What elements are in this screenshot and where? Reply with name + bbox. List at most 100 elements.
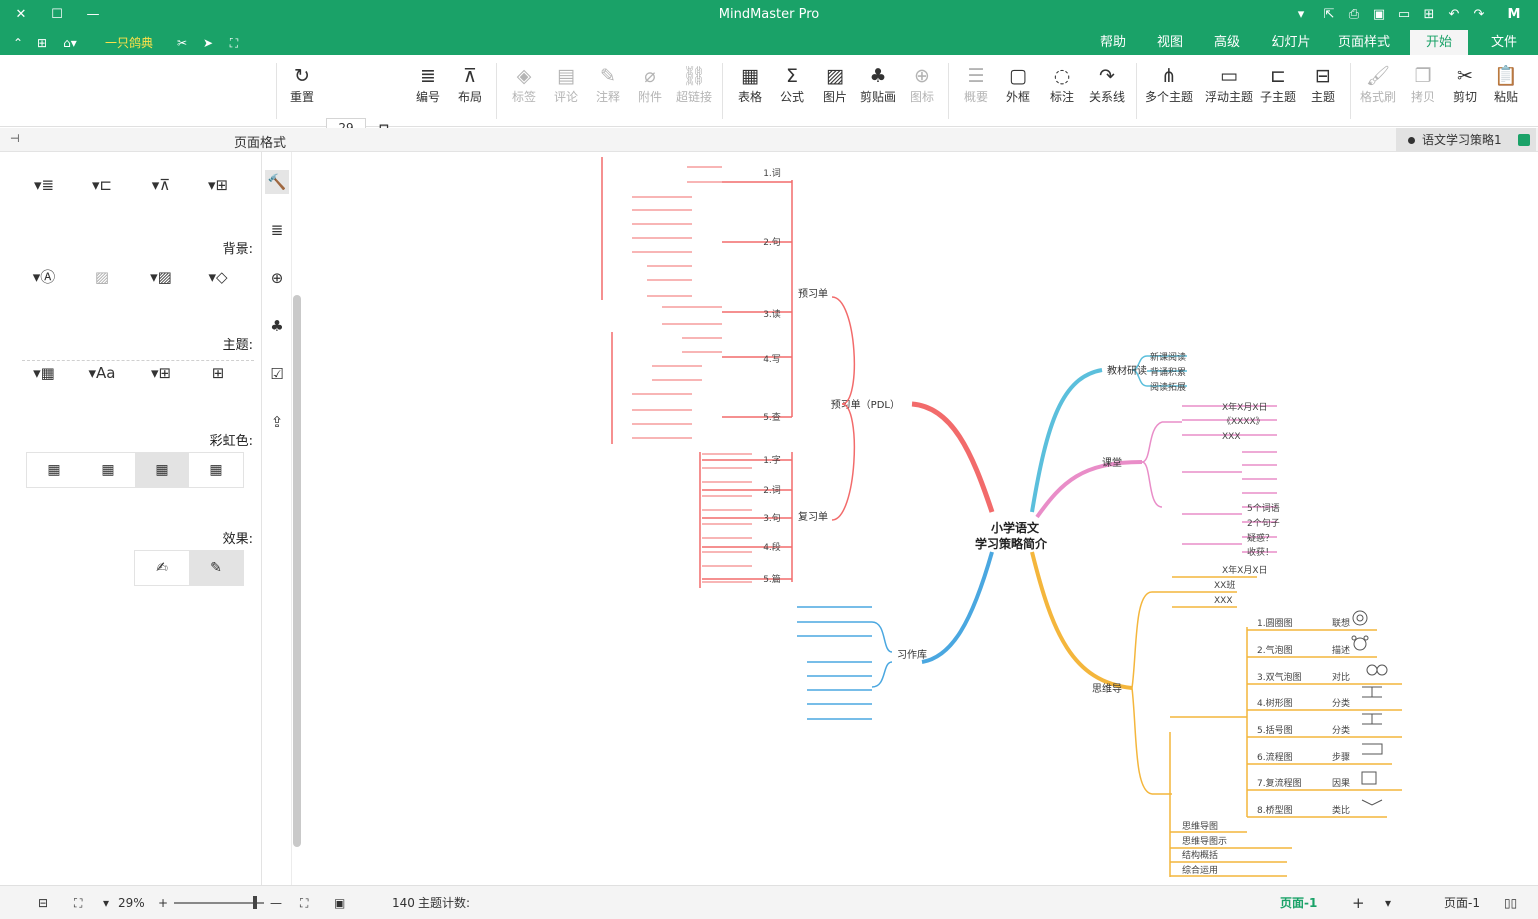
print-icon[interactable]: ⎙ <box>1345 6 1363 24</box>
bottom-leaf-3[interactable]: 结构概括 <box>1182 849 1218 861</box>
rainbow-option-2[interactable]: ▦ <box>81 453 135 487</box>
yellow-leaf-1[interactable]: X年X月X日 <box>1222 564 1268 576</box>
cut-button[interactable]: ✂ 剪切 <box>1445 63 1485 119</box>
structure-style-icon[interactable]: ▾⊼ <box>143 174 179 196</box>
color-scheme-icon[interactable]: ▾▦ <box>26 362 62 384</box>
icon-library-icon[interactable]: ⊕ <box>265 266 289 290</box>
map-use-5[interactable]: 分类 <box>1332 724 1350 736</box>
brand-label[interactable]: 一只鸽典 <box>98 34 160 52</box>
floating-topic-button[interactable]: ▭ 浮动主题 <box>1205 63 1253 119</box>
left-branch-preview[interactable]: 预习单 <box>798 288 828 300</box>
map-type-5[interactable]: 5.括号图 <box>1257 724 1293 736</box>
icon-button[interactable]: ⊕ 图标 <box>902 63 942 119</box>
left-item-2[interactable]: 2.句 <box>763 236 781 248</box>
bottom-leaf-1[interactable]: 思维导图 <box>1182 820 1218 832</box>
save-icon[interactable]: ▣ <box>1370 6 1388 24</box>
page-label[interactable]: 页面-1 <box>1444 894 1480 912</box>
map-use-1[interactable]: 联想 <box>1332 617 1350 629</box>
bottom-leaf-2[interactable]: 思维导图示 <box>1182 835 1227 847</box>
map-type-2[interactable]: 2.气泡图 <box>1257 644 1293 656</box>
map-use-4[interactable]: 分类 <box>1332 697 1350 709</box>
zoom-value[interactable]: 29% <box>118 894 145 912</box>
hyperlink-button[interactable]: ⛓ 超链接 <box>672 63 716 119</box>
tab-file[interactable]: 文件 <box>1478 30 1530 55</box>
formula-button[interactable]: Σ 公式 <box>772 63 812 119</box>
topic-button[interactable]: ⊟ 主题 <box>1303 63 1343 119</box>
central-topic[interactable]: 小学语文 学习策略简介 <box>975 520 1048 551</box>
fit-page-icon[interactable]: ⛶ <box>74 894 82 912</box>
connector-style-icon[interactable]: ▾⊏ <box>84 174 120 196</box>
map-type-1[interactable]: 1.圆圈图 <box>1257 618 1293 629</box>
document-tab[interactable]: 语文学习策略1 <box>1396 128 1536 152</box>
layout-button[interactable]: ⊼ 布局 <box>450 63 490 119</box>
dropdown-icon[interactable]: ▾ <box>1292 6 1310 24</box>
table-button[interactable]: ▦ 表格 <box>730 63 770 119</box>
callout-button[interactable]: ◌ 标注 <box>1042 63 1082 119</box>
yellow-leaf-3[interactable]: XXX <box>1214 596 1233 606</box>
summary-button[interactable]: ☰ 概要 <box>956 63 996 119</box>
right-branch-textbook[interactable]: 教材研读 <box>1107 364 1147 377</box>
tab-help[interactable]: 帮助 <box>1088 30 1138 55</box>
cyan-leaf-1[interactable]: 新课阅读 <box>1150 351 1186 363</box>
clipart-button[interactable]: ♣ 剪贴画 <box>858 63 898 119</box>
clipart-library-icon[interactable]: ♣ <box>265 314 289 338</box>
outline-icon[interactable]: ≣ <box>265 218 289 242</box>
pink-leaf-3[interactable]: XXX <box>1222 432 1241 442</box>
actual-size-icon[interactable]: ⛶ <box>300 894 308 912</box>
page-menu-icon[interactable]: ▾ <box>1385 894 1391 912</box>
left-branch-essays[interactable]: 习作库 <box>897 648 927 661</box>
theme-icon[interactable]: ⊞ <box>200 362 236 384</box>
zoom-in-icon[interactable]: — <box>270 894 282 912</box>
zoom-dropdown-icon[interactable]: ▾ <box>103 894 109 912</box>
map-type-8[interactable]: 8.桥型图 <box>1257 804 1293 816</box>
tab-slides[interactable]: 幻灯片 <box>1262 30 1320 55</box>
tab-view[interactable]: 视图 <box>1145 30 1195 55</box>
task-icon[interactable]: ☑ <box>265 362 289 386</box>
rainbow-option-3[interactable]: ▦ <box>135 453 189 487</box>
numbering-button[interactable]: ≣ 编号 <box>408 63 448 119</box>
hand-drawn-effect[interactable]: ✍ <box>135 551 189 585</box>
pink-leaf-7[interactable]: 收获！ <box>1247 546 1274 558</box>
list-style-icon[interactable]: ▾≣ <box>26 174 62 196</box>
export-icon[interactable]: ⇪ <box>265 410 289 434</box>
map-type-4[interactable]: 4.树形图 <box>1257 697 1293 709</box>
attachment-button[interactable]: ⌀ 附件 <box>630 63 670 119</box>
page-tab[interactable]: 页面-1 <box>1280 894 1317 912</box>
format-painter-button[interactable]: 🖌 格式刷 <box>1358 63 1398 119</box>
paste-button[interactable]: 📋 粘贴 <box>1486 63 1526 119</box>
rainbow-option-1[interactable]: ▦ <box>27 453 81 487</box>
presentation-icon[interactable]: ▣ <box>334 894 345 912</box>
relationship-button[interactable]: ↷ 关系线 <box>1085 63 1129 119</box>
add-page-icon[interactable]: + <box>1352 894 1365 912</box>
comment-button[interactable]: ▤ 评论 <box>546 63 586 119</box>
cyan-leaf-3[interactable]: 阅读拓展 <box>1150 381 1186 393</box>
right-branch-classroom[interactable]: 课堂 <box>1102 457 1122 469</box>
undo-icon[interactable]: ↶ <box>1445 6 1463 24</box>
tab-advanced[interactable]: 高级 <box>1202 30 1252 55</box>
reset-button[interactable]: ↻ 重置 <box>282 63 322 119</box>
redo-icon[interactable]: ↷ <box>1470 6 1488 24</box>
left-item-1[interactable]: 1.词 <box>763 168 781 179</box>
pink-leaf-5[interactable]: 2个句子 <box>1247 517 1280 529</box>
pin-icon[interactable]: ⊣ <box>10 132 20 145</box>
font-icon[interactable]: ▾Aa <box>84 362 120 384</box>
no-effect[interactable]: ✎ <box>189 551 243 585</box>
left-item-6[interactable]: 1.字 <box>763 454 781 466</box>
picture-button[interactable]: ▨ 图片 <box>815 63 855 119</box>
left-item-4[interactable]: 4.写 <box>763 354 781 365</box>
left-branch-main[interactable]: 预习单（PDL） <box>831 399 900 411</box>
send-icon[interactable]: ➤ <box>200 34 216 52</box>
theme-layout-icon[interactable]: ▾⊞ <box>143 362 179 384</box>
zoom-slider[interactable] <box>174 902 264 904</box>
map-type-3[interactable]: 3.双气泡图 <box>1257 671 1302 683</box>
multiple-topics-button[interactable]: ⋔ 多个主题 <box>1145 63 1193 119</box>
fullscreen-icon[interactable]: ⊟ <box>38 894 48 912</box>
boundary-button[interactable]: ▢ 外框 <box>998 63 1038 119</box>
collapse-ribbon-icon[interactable]: ⌃ <box>10 34 26 52</box>
watermark-icon[interactable]: ▨ <box>84 266 120 288</box>
map-use-2[interactable]: 描述 <box>1332 644 1350 656</box>
share-icon[interactable]: ⇱ <box>1320 6 1338 24</box>
copy-button[interactable]: ❐ 拷贝 <box>1403 63 1443 119</box>
zoom-slider-knob[interactable] <box>253 896 257 909</box>
open-icon[interactable]: ▭ <box>1395 6 1413 24</box>
